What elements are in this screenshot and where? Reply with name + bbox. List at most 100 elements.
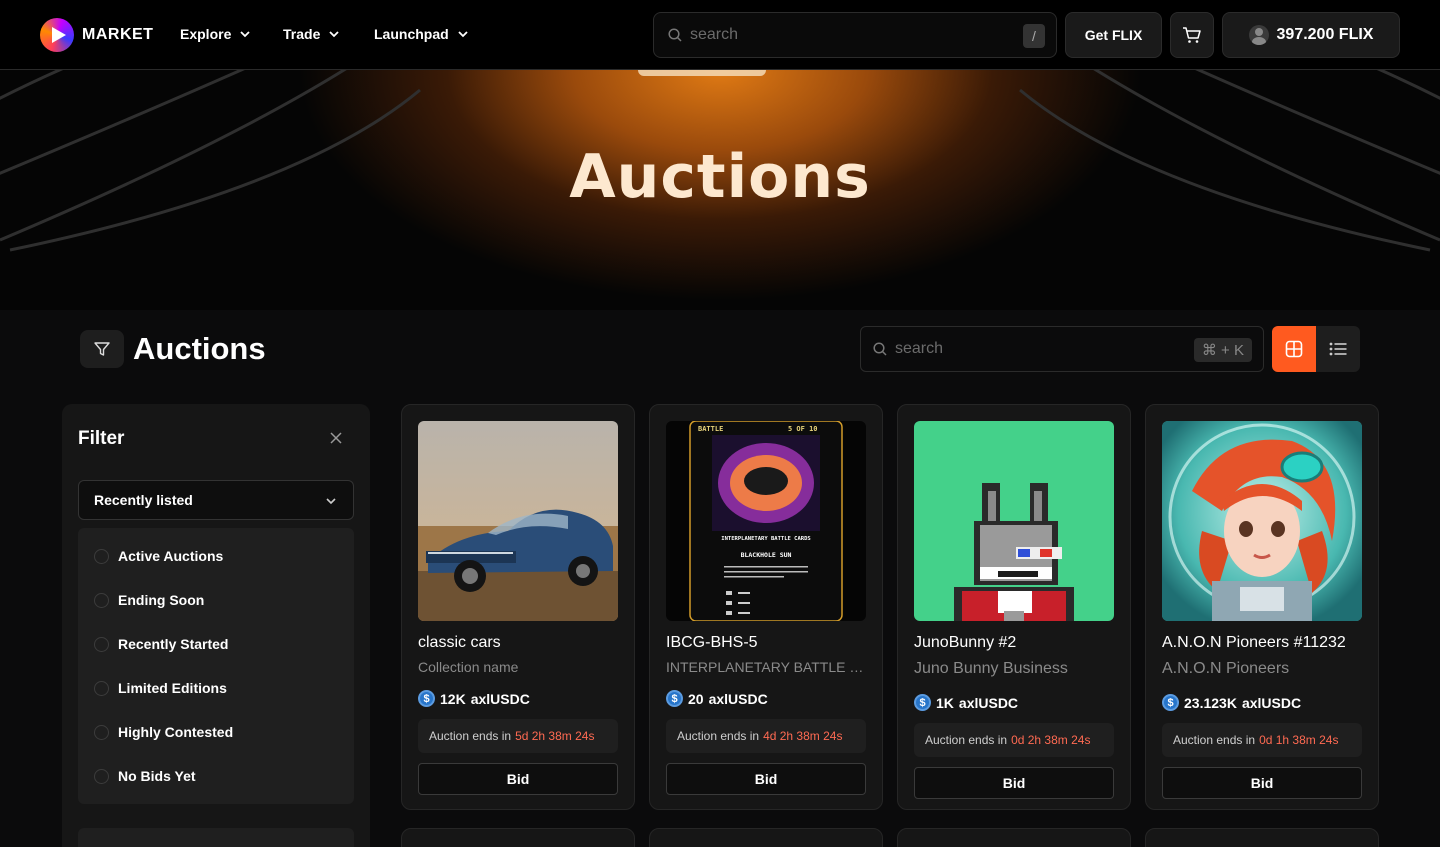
- get-flix-button[interactable]: Get FLIX: [1065, 12, 1162, 58]
- price-amount: 1K: [936, 694, 954, 711]
- nav-trade[interactable]: Trade: [283, 26, 340, 42]
- list-icon: [1329, 342, 1347, 356]
- battle-card-header-left: BATTLE: [698, 425, 723, 433]
- nft-image[interactable]: [418, 421, 618, 621]
- price: $ 1K axlUSDC: [914, 694, 1018, 711]
- nft-image[interactable]: BATTLE 5 OF 10 INTERPLANETARY BATTLE CAR…: [666, 421, 866, 621]
- auction-card[interactable]: BATTLE 5 OF 10 INTERPLANETARY BATTLE CAR…: [649, 404, 883, 810]
- global-search-input[interactable]: search /: [653, 12, 1057, 58]
- price-currency: axlUSDC: [1241, 694, 1302, 711]
- status-option-label: Recently Started: [118, 636, 229, 652]
- battle-card-banner: INTERPLANETARY BATTLE CARDS: [721, 536, 810, 542]
- page-title: Auctions: [133, 331, 266, 366]
- auction-search-input[interactable]: search ⌘ + K: [860, 326, 1264, 372]
- cart-button[interactable]: [1170, 12, 1214, 58]
- hero-banner: Auctions: [0, 70, 1440, 310]
- nav-trade-label: Trade: [283, 26, 321, 42]
- sort-select[interactable]: Recently listed: [78, 480, 354, 520]
- filter-section-collapsed[interactable]: [78, 828, 354, 847]
- status-option-active-auctions[interactable]: Active Auctions: [94, 548, 223, 564]
- radio-button[interactable]: [94, 724, 109, 740]
- price-amount: 20: [688, 690, 704, 707]
- anon-pioneer-image: [1162, 421, 1362, 621]
- collection-name[interactable]: INTERPLANETARY BATTLE CARDS: [666, 659, 866, 675]
- auction-card[interactable]: [1145, 828, 1379, 847]
- price: $ 23.123K axlUSDC: [1162, 694, 1301, 711]
- nav-explore-label: Explore: [180, 26, 232, 42]
- nft-image[interactable]: [914, 421, 1114, 621]
- auction-timer: Auction ends in 0d 2h 38m 24s: [914, 723, 1114, 757]
- search-placeholder: search: [895, 340, 944, 357]
- logo-icon: [40, 18, 74, 52]
- auction-timer: Auction ends in 4d 2h 38m 24s: [666, 719, 866, 753]
- nft-title[interactable]: A.N.O.N Pioneers #11232: [1162, 634, 1346, 652]
- brand-name: MARKET: [82, 26, 154, 43]
- timer-label: Auction ends in: [429, 729, 512, 743]
- auction-card[interactable]: [649, 828, 883, 847]
- usdc-icon: $: [1162, 694, 1179, 711]
- radio-button[interactable]: [94, 768, 109, 784]
- radio-button[interactable]: [94, 680, 109, 696]
- nav-explore[interactable]: Explore: [180, 26, 251, 42]
- status-option-no-bids-yet[interactable]: No Bids Yet: [94, 768, 196, 784]
- hero-notch-decoration: [638, 70, 766, 76]
- timer-value: 0d 2h 38m 24s: [1011, 733, 1091, 747]
- brand-logo[interactable]: MARKET: [40, 18, 153, 52]
- bid-button[interactable]: Bid: [666, 763, 866, 795]
- nft-title[interactable]: classic cars: [418, 634, 501, 652]
- nft-title[interactable]: JunoBunny #2: [914, 634, 1016, 652]
- timer-value: 5d 2h 38m 24s: [515, 729, 595, 743]
- usdc-icon: $: [914, 694, 931, 711]
- filter-panel: Filter Recently listed Active Auctions E…: [62, 404, 370, 847]
- cart-icon: [1183, 27, 1201, 43]
- price-currency: axlUSDC: [708, 690, 768, 707]
- battle-card-header-right: 5 OF 10: [788, 425, 818, 433]
- collection-name[interactable]: Juno Bunny Business: [914, 660, 1114, 678]
- search-icon: [873, 342, 887, 356]
- filter-toggle-button[interactable]: [80, 330, 124, 368]
- usdc-icon: $: [418, 690, 435, 707]
- auction-card[interactable]: classic cars Collection name $ 12K axlUS…: [401, 404, 635, 810]
- auction-card[interactable]: A.N.O.N Pioneers #11232 A.N.O.N Pioneers…: [1145, 404, 1379, 810]
- auction-timer: Auction ends in 0d 1h 38m 24s: [1162, 723, 1362, 757]
- timer-value: 0d 1h 38m 24s: [1259, 733, 1339, 747]
- search-shortcut: /: [1023, 24, 1045, 48]
- grid-view-button[interactable]: [1272, 326, 1316, 372]
- status-filter-group: Active Auctions Ending Soon Recently Sta…: [78, 528, 354, 804]
- radio-button[interactable]: [94, 636, 109, 652]
- status-option-limited-editions[interactable]: Limited Editions: [94, 680, 227, 696]
- wallet-balance: 397.200 FLIX: [1276, 26, 1374, 43]
- hero-title: Auctions: [569, 142, 871, 212]
- bid-button[interactable]: Bid: [914, 767, 1114, 799]
- radio-button[interactable]: [94, 592, 109, 608]
- list-view-button[interactable]: [1316, 326, 1360, 372]
- collection-name[interactable]: A.N.O.N Pioneers: [1162, 660, 1362, 678]
- nft-title[interactable]: IBCG-BHS-5: [666, 634, 758, 652]
- grid-icon: [1285, 340, 1303, 358]
- status-option-ending-soon[interactable]: Ending Soon: [94, 592, 204, 608]
- nft-image[interactable]: [1162, 421, 1362, 621]
- chevron-down-icon: [240, 31, 250, 38]
- status-option-highly-contested[interactable]: Highly Contested: [94, 724, 233, 740]
- sort-selected-value: Recently listed: [94, 492, 193, 508]
- status-option-recently-started[interactable]: Recently Started: [94, 636, 228, 652]
- auction-card[interactable]: [897, 828, 1131, 847]
- auction-timer: Auction ends in 5d 2h 38m 24s: [418, 719, 618, 753]
- auction-card[interactable]: JunoBunny #2 Juno Bunny Business $ 1K ax…: [897, 404, 1131, 810]
- auction-card[interactable]: [401, 828, 635, 847]
- bid-button[interactable]: Bid: [418, 763, 618, 795]
- collection-name[interactable]: Collection name: [418, 659, 618, 675]
- close-icon[interactable]: [328, 430, 344, 446]
- nav-launchpad[interactable]: Launchpad: [374, 26, 469, 42]
- status-option-label: No Bids Yet: [118, 768, 196, 784]
- wallet-button[interactable]: 397.200 FLIX: [1222, 12, 1400, 58]
- bid-button[interactable]: Bid: [1162, 767, 1362, 799]
- search-placeholder: search: [690, 26, 739, 43]
- price-amount: 12K: [440, 690, 466, 707]
- battle-card-image: BATTLE 5 OF 10 INTERPLANETARY BATTLE CAR…: [689, 421, 843, 621]
- price: $ 12K axlUSDC: [418, 690, 530, 707]
- avatar: [1248, 25, 1269, 45]
- radio-button[interactable]: [94, 548, 109, 564]
- top-navbar: MARKET Explore Trade Launchpad search / …: [0, 0, 1440, 70]
- classic-car-image: [418, 421, 618, 621]
